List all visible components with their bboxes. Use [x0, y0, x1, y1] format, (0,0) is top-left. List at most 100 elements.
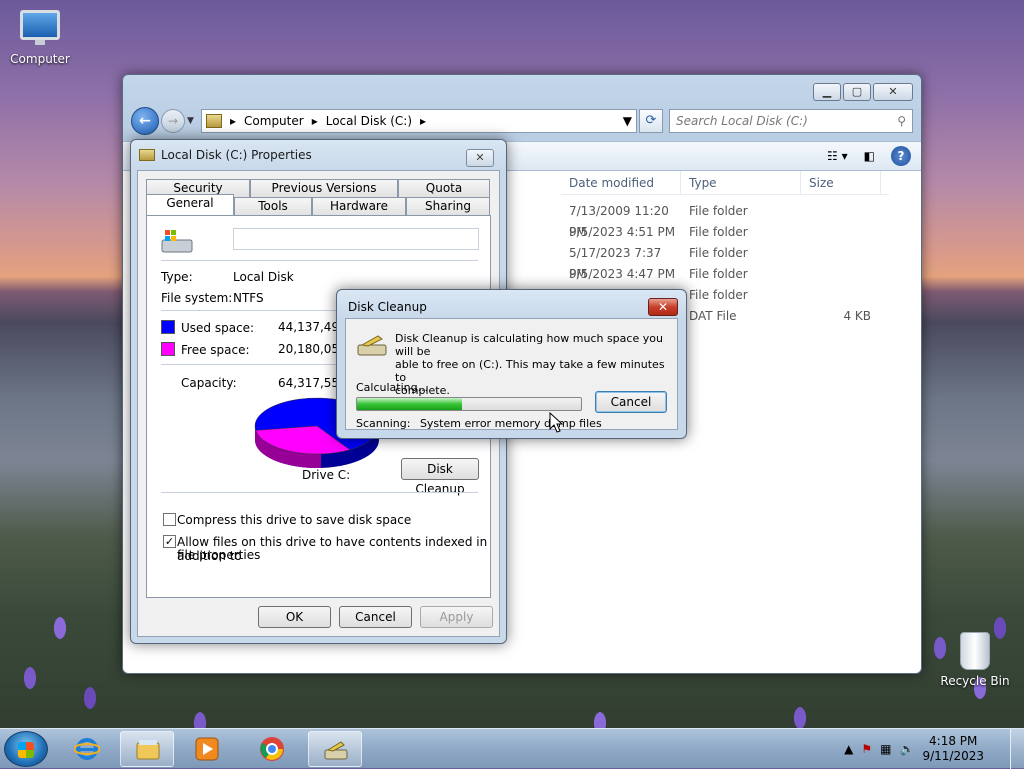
used-space-row: Used space:: [161, 320, 254, 335]
cleanup-progress-bar: [356, 397, 582, 411]
search-placeholder: Search Local Disk (C:): [676, 114, 808, 128]
free-space-swatch: [161, 342, 175, 356]
column-type[interactable]: Type: [681, 171, 801, 194]
recycle-bin-icon: [953, 632, 997, 672]
drive-label: Drive C:: [302, 468, 351, 482]
computer-icon: [18, 10, 62, 50]
mouse-cursor-icon: [549, 412, 564, 433]
desktop-icon-recycle-label: Recycle Bin: [940, 674, 1010, 688]
media-player-icon: [195, 737, 219, 761]
tab-previous-versions[interactable]: Previous Versions: [250, 179, 398, 197]
cleanup-message-2: able to free on (C:). This may take a fe…: [395, 358, 665, 384]
cleanup-cancel-button[interactable]: Cancel: [595, 391, 667, 413]
table-row[interactable]: 5/17/2023 7:37 PM File folder: [561, 243, 889, 281]
drive-icon: [206, 114, 222, 128]
cell-date: 9/5/2023 4:47 PM: [569, 267, 676, 281]
cell-size: [801, 201, 871, 222]
disk-cleanup-dialog: Disk Cleanup ✕ Disk Cleanup is calculati…: [336, 289, 687, 439]
tab-tools[interactable]: Tools: [234, 197, 312, 215]
folder-icon: [136, 740, 160, 760]
cell-date: 9/5/2023 4:51 PM: [569, 225, 676, 239]
chrome-icon: [260, 737, 284, 761]
preview-pane-icon[interactable]: ◧: [864, 149, 875, 163]
column-headers: Date modified Type Size: [561, 171, 889, 195]
breadcrumb-separator-icon[interactable]: ▸: [312, 114, 318, 128]
help-icon[interactable]: ?: [891, 146, 911, 166]
breadcrumb-local-disk[interactable]: Local Disk (C:): [326, 114, 412, 128]
network-icon[interactable]: ▦: [880, 742, 891, 756]
cell-type: File folder: [689, 288, 748, 302]
taskbar: ▲ ⚑ ▦ 🔈 4:18 PM 9/11/2023: [0, 728, 1024, 769]
cell-date: 5/17/2023 7:37 PM: [569, 246, 662, 281]
column-date-modified[interactable]: Date modified: [561, 171, 681, 194]
internet-explorer-icon: [74, 738, 100, 760]
maximize-button[interactable]: ▢: [843, 83, 871, 101]
cell-date: 7/13/2009 11:20 PM: [569, 204, 669, 239]
filesystem-label: File system:: [161, 291, 233, 305]
cancel-button[interactable]: Cancel: [339, 606, 412, 628]
cell-size: [801, 222, 871, 243]
close-button[interactable]: ✕: [873, 83, 913, 101]
desktop-icon-computer-label: Computer: [10, 52, 70, 66]
compress-checkbox[interactable]: [163, 513, 176, 526]
address-dropdown-icon[interactable]: ▼: [623, 114, 632, 128]
cleanup-close-button[interactable]: ✕: [648, 298, 678, 316]
back-button[interactable]: ←: [131, 107, 159, 135]
cell-size: 4 KB: [843, 309, 871, 323]
show-desktop-button[interactable]: [1010, 729, 1024, 769]
column-size[interactable]: Size: [801, 171, 881, 194]
cell-type: DAT File: [689, 309, 737, 323]
search-input[interactable]: Search Local Disk (C:) ⚲: [669, 109, 913, 133]
tab-sharing[interactable]: Sharing: [406, 197, 490, 215]
table-row[interactable]: 9/5/2023 4:47 PM File folder: [561, 264, 889, 285]
start-button[interactable]: [4, 731, 48, 767]
drive-windows-icon: [161, 230, 193, 253]
table-row[interactable]: 7/13/2009 11:20 PM File folder: [561, 201, 889, 239]
properties-title: Local Disk (C:) Properties: [161, 148, 312, 162]
index-checkbox[interactable]: ✓: [163, 535, 176, 548]
show-hidden-icons-icon[interactable]: ▲: [844, 742, 853, 756]
address-bar[interactable]: ▸ Computer ▸ Local Disk (C:) ▸ ▼: [201, 109, 637, 133]
taskbar-media-player[interactable]: [180, 731, 234, 767]
scanning-value: System error memory dump files: [419, 417, 602, 430]
recent-pages-chevron-icon[interactable]: ▼: [187, 116, 197, 126]
properties-close-button[interactable]: ✕: [466, 149, 494, 167]
cell-type: File folder: [689, 225, 748, 239]
clock[interactable]: 4:18 PM 9/11/2023: [922, 734, 984, 764]
used-space-label: Used space:: [181, 321, 255, 335]
minimize-button[interactable]: ▁: [813, 83, 841, 101]
volume-icon[interactable]: 🔈: [900, 742, 915, 756]
desktop-icon-recycle-bin[interactable]: Recycle Bin: [935, 632, 1015, 688]
taskbar-disk-cleanup[interactable]: [308, 731, 362, 767]
taskbar-chrome[interactable]: [245, 731, 299, 767]
type-label: Type:: [161, 270, 193, 284]
taskbar-explorer[interactable]: [120, 731, 174, 767]
cleanup-message-1: Disk Cleanup is calculating how much spa…: [395, 332, 663, 358]
compress-label: Compress this drive to save disk space: [177, 513, 412, 527]
tab-general[interactable]: General: [146, 194, 234, 215]
taskbar-internet-explorer[interactable]: [60, 731, 114, 767]
table-row[interactable]: 9/5/2023 4:51 PM File folder: [561, 222, 889, 243]
desktop-icon-computer[interactable]: Computer: [0, 10, 80, 66]
tab-hardware[interactable]: Hardware: [312, 197, 406, 215]
used-space-swatch: [161, 320, 175, 334]
system-tray: ▲ ⚑ ▦ 🔈 4:18 PM 9/11/2023: [844, 729, 1024, 769]
breadcrumb-separator-icon[interactable]: ▸: [230, 114, 236, 128]
disk-cleanup-button[interactable]: Disk Cleanup: [401, 458, 479, 496]
forward-button[interactable]: →: [161, 109, 185, 133]
cell-type: File folder: [689, 267, 748, 281]
clock-date: 9/11/2023: [922, 749, 984, 763]
search-icon[interactable]: ⚲: [897, 114, 906, 128]
refresh-button[interactable]: ⟳: [639, 109, 663, 133]
ok-button[interactable]: OK: [258, 606, 331, 628]
tab-quota[interactable]: Quota: [398, 179, 490, 197]
breadcrumb-computer[interactable]: Computer: [244, 114, 304, 128]
breadcrumb-separator-icon[interactable]: ▸: [420, 114, 426, 128]
action-center-icon[interactable]: ⚑: [861, 742, 872, 756]
clock-time: 4:18 PM: [929, 734, 978, 748]
change-view-icon[interactable]: ☷ ▾: [827, 149, 848, 163]
index-label-line2: file properties: [177, 548, 261, 562]
drive-name-input[interactable]: [233, 228, 479, 250]
cell-size: [801, 264, 871, 285]
apply-button[interactable]: Apply: [420, 606, 493, 628]
